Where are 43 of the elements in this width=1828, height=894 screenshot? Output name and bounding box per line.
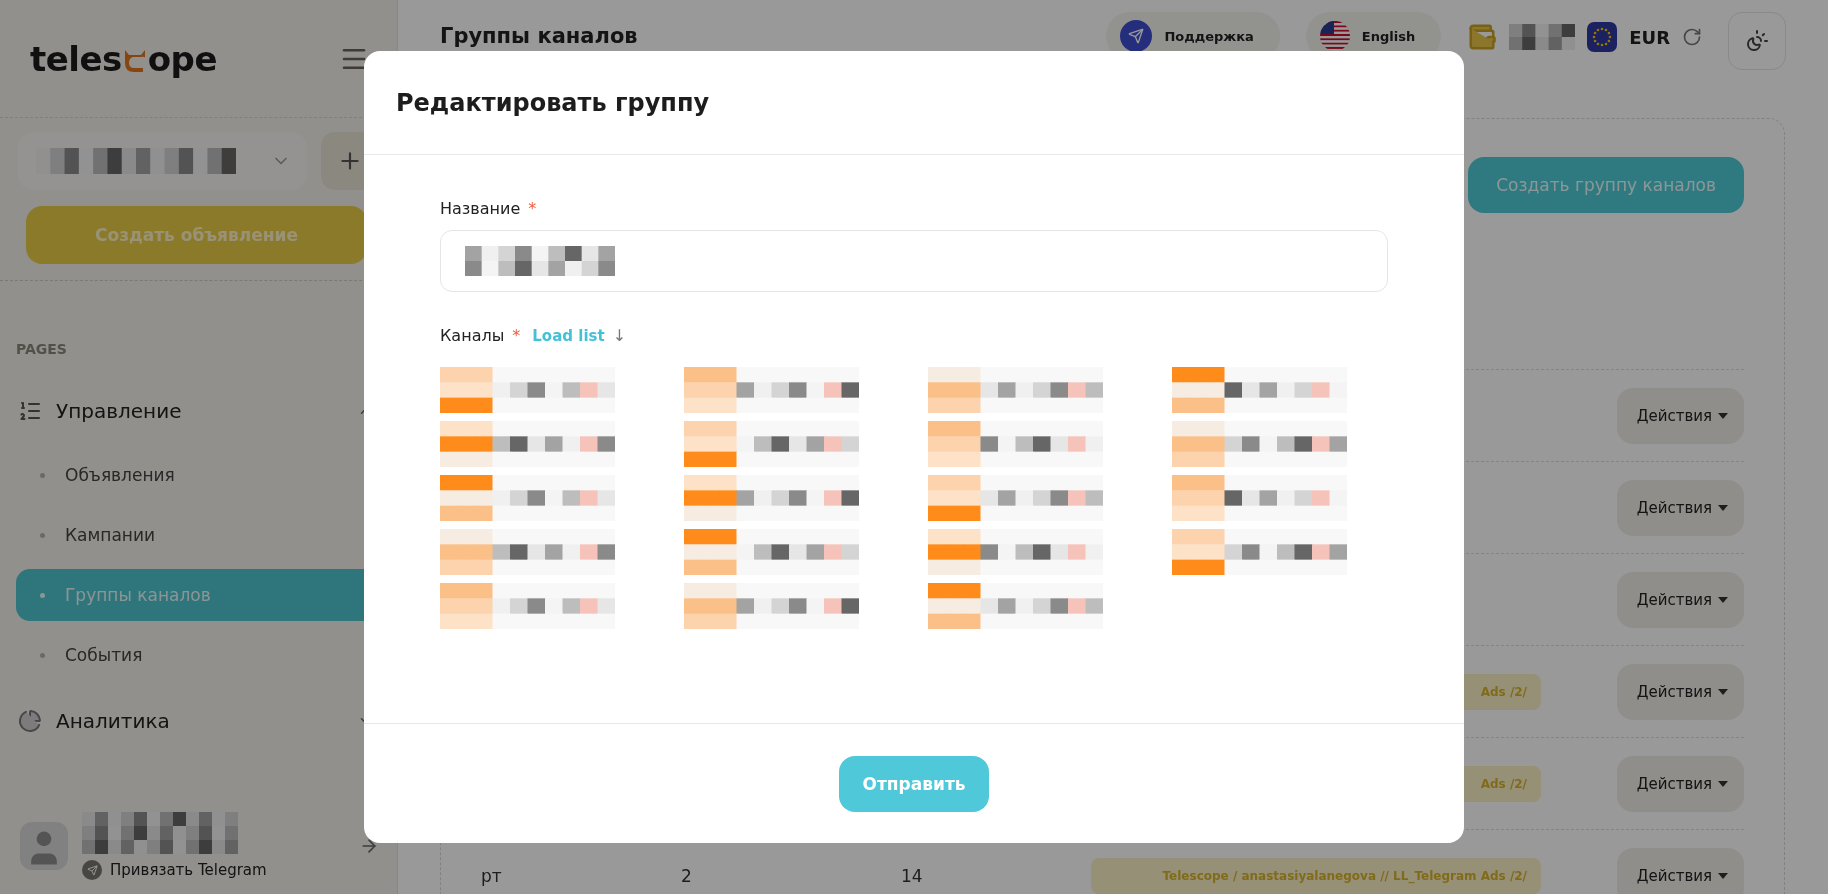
caret-icon [1718, 412, 1728, 419]
nav-item[interactable]: Объявления [16, 449, 379, 501]
tag: Telescope / anastasiyalanegova // LL_Telegram Ads /2/ [1091, 857, 1541, 894]
actions-button[interactable]: Действия [1616, 479, 1744, 536]
dialog-title: Редактировать группу [396, 88, 710, 117]
caret-icon [1718, 596, 1728, 603]
avatar-icon [20, 822, 68, 870]
link-telegram-link[interactable]: Привязать Telegram [82, 860, 345, 880]
table-cell: рт [481, 865, 502, 886]
sun-moon-icon [1745, 29, 1769, 53]
required-mark: * [512, 326, 521, 345]
eu-flag-icon [1587, 22, 1618, 52]
actions-button[interactable]: Действия [1616, 571, 1744, 628]
section-label: PAGES [15, 340, 68, 357]
caret-icon [1718, 872, 1728, 879]
currency-label[interactable]: EUR [1629, 26, 1670, 48]
pixelated-balance [1509, 24, 1576, 50]
caret-icon [1718, 504, 1728, 511]
field-label: Название [440, 199, 521, 218]
nav-group-label[interactable]: Аналитика [56, 709, 343, 733]
paper-plane-icon [1128, 28, 1145, 44]
caret-icon [1718, 780, 1728, 787]
name-input-field[interactable] [440, 230, 1388, 292]
actions-button[interactable]: Действия [1616, 755, 1744, 812]
page-title: Группы каналов [440, 24, 639, 48]
actions-button[interactable]: Действия [1616, 847, 1744, 894]
actions-button[interactable]: Действия [1616, 663, 1744, 720]
nav-item[interactable]: События [16, 629, 379, 681]
actions-button[interactable]: Действия [1616, 387, 1744, 444]
pie-chart-icon [18, 709, 42, 733]
nav-item[interactable]: Кампании [16, 509, 379, 561]
numbered-list-icon [18, 399, 42, 423]
required-mark: * [528, 199, 537, 218]
field-label: Каналы [440, 326, 505, 345]
caret-icon [1718, 688, 1728, 695]
table-cell: 2 [681, 865, 692, 886]
table-cell: 14 [901, 865, 923, 886]
nav-group-label[interactable]: Управление [56, 399, 343, 423]
account-selector[interactable] [18, 132, 307, 190]
theme-toggle-button[interactable] [1728, 12, 1786, 70]
refresh-icon[interactable] [1682, 27, 1702, 47]
down-arrow: ↓ [612, 326, 627, 345]
telescope-logo[interactable]: teles ope [30, 38, 218, 79]
